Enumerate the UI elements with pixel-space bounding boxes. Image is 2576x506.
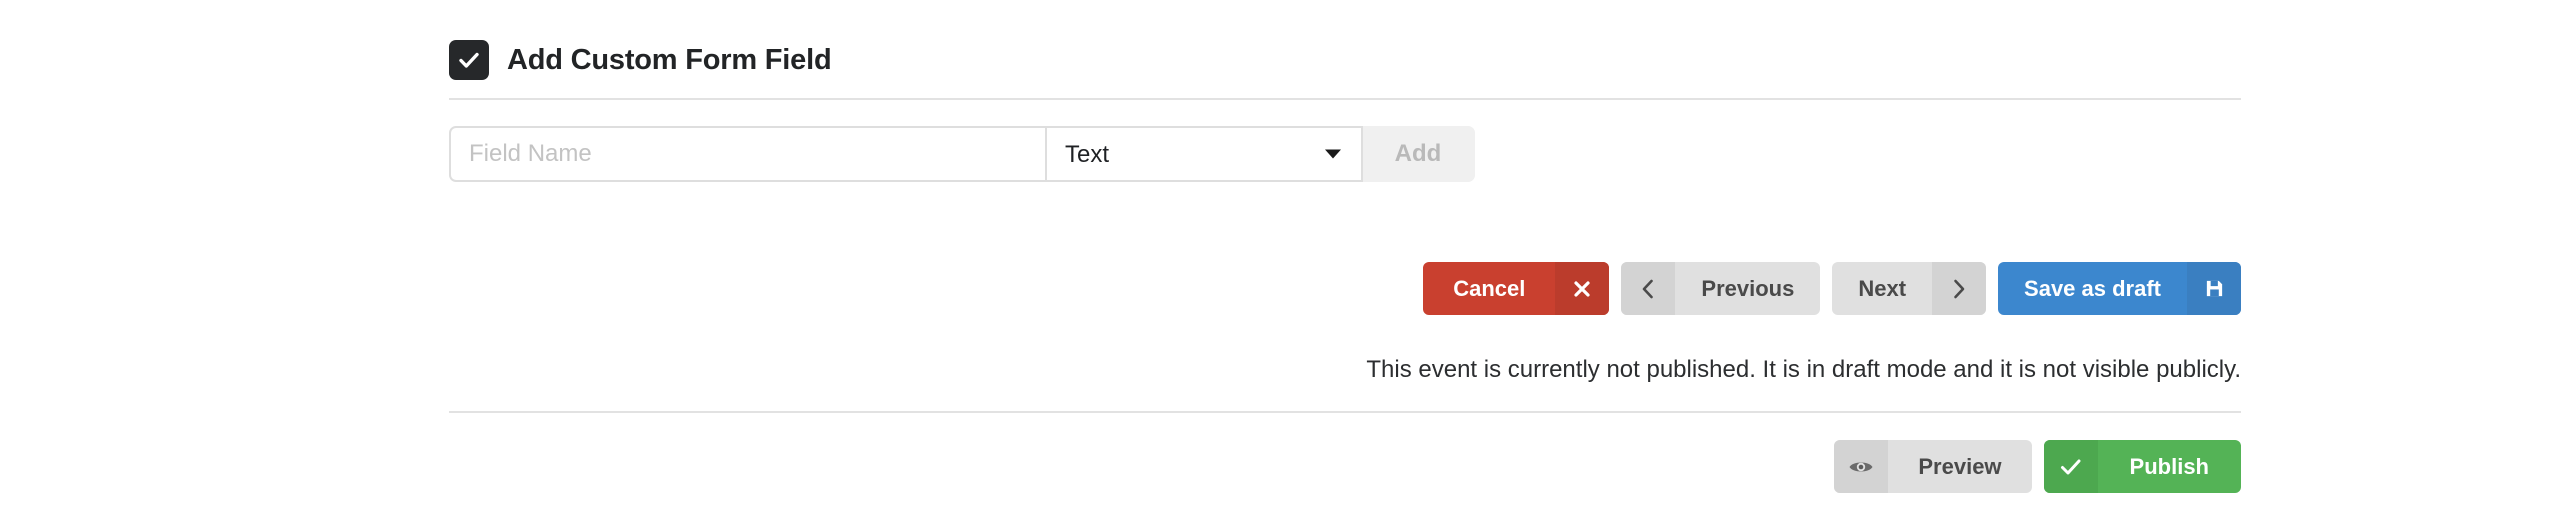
field-type-select[interactable]: Text	[1045, 126, 1363, 182]
save-as-draft-label: Save as draft	[2024, 275, 2161, 301]
field-name-input[interactable]	[449, 126, 1047, 182]
cancel-button[interactable]: Cancel	[1423, 262, 1610, 315]
check-icon	[457, 48, 481, 72]
field-type-select-wrapper: Text	[1045, 126, 1363, 182]
wizard-action-row: Cancel Previous Next Save as draft	[1423, 262, 2241, 315]
previous-button[interactable]: Previous	[1621, 262, 1821, 315]
section-header: Add Custom Form Field	[449, 40, 832, 80]
publish-status-message: This event is currently not published. I…	[1366, 356, 2241, 383]
page-title: Add Custom Form Field	[507, 43, 832, 76]
publish-button-label: Publish	[2129, 453, 2209, 479]
cancel-button-label: Cancel	[1453, 275, 1526, 301]
eye-icon	[1834, 440, 1889, 493]
preview-button-label: Preview	[1918, 453, 2002, 479]
close-icon	[1555, 262, 1610, 315]
divider-bottom	[449, 411, 2241, 413]
save-as-draft-button[interactable]: Save as draft	[1998, 262, 2241, 315]
save-disk-icon	[2187, 262, 2241, 315]
publish-action-row: Preview Publish	[1834, 440, 2241, 493]
add-field-button[interactable]: Add	[1361, 126, 1475, 182]
preview-button[interactable]: Preview	[1834, 440, 2032, 493]
page-root: Add Custom Form Field Text Add Cancel	[0, 0, 2576, 506]
next-button[interactable]: Next	[1832, 262, 1987, 315]
check-icon	[2043, 440, 2098, 493]
chevron-left-icon	[1621, 262, 1676, 315]
next-button-label: Next	[1858, 275, 1907, 301]
content-area: Add Custom Form Field Text Add Cancel	[449, 0, 2241, 506]
chevron-right-icon	[1932, 262, 1987, 315]
add-custom-form-field-checkbox[interactable]	[449, 40, 489, 80]
publish-button[interactable]: Publish	[2043, 440, 2241, 493]
custom-field-form-row: Text Add	[449, 126, 1475, 182]
previous-button-label: Previous	[1701, 275, 1795, 301]
divider-top	[449, 98, 2241, 100]
